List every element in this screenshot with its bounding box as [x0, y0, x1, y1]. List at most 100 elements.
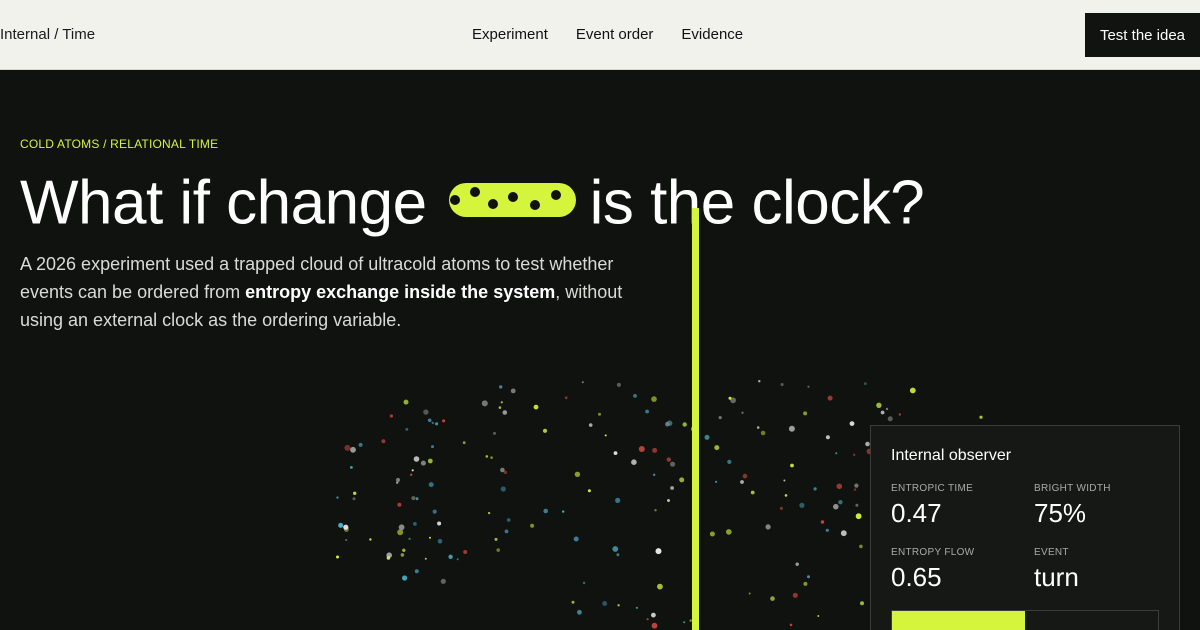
atom-particle	[448, 554, 453, 559]
atom-particle	[496, 548, 501, 552]
metric-label: ENTROPY FLOW	[891, 547, 975, 558]
atom-particle	[415, 497, 419, 501]
atom-particle	[494, 537, 498, 541]
metric-value: 0.47	[891, 498, 942, 528]
atom-particle	[405, 427, 409, 431]
hero-headline: What if change is the clock?	[20, 162, 925, 242]
atom-particle	[742, 473, 748, 479]
atom-particle	[657, 583, 663, 590]
atom-particle	[666, 457, 671, 462]
atom-particle	[853, 453, 856, 456]
atom-particle	[397, 502, 402, 507]
atom-particle	[817, 615, 820, 617]
atom-particle	[353, 491, 357, 495]
atom-particle	[654, 509, 657, 512]
inside-view-button[interactable]: Inside view	[892, 611, 1025, 630]
atom-particle	[574, 471, 581, 477]
atom-particle	[402, 575, 408, 581]
atom-particle	[423, 409, 429, 415]
atom-particle	[855, 503, 859, 507]
atom-particle	[803, 581, 808, 586]
atom-particle	[456, 558, 459, 561]
atom-particle	[398, 524, 405, 531]
lede-emphasis: entropy exchange inside the system	[245, 282, 556, 302]
atom-particle	[437, 538, 443, 544]
atom-particle	[679, 477, 685, 483]
atom-particle	[400, 553, 405, 557]
atom-particle	[792, 592, 798, 598]
lab-clock-button[interactable]: Lab clock	[1025, 611, 1158, 630]
atom-particle	[880, 410, 885, 415]
atom-particle	[613, 451, 618, 455]
atom-particle	[345, 538, 348, 542]
atom-particle	[799, 502, 805, 508]
atom-particle	[838, 500, 843, 505]
atom-particle	[825, 435, 830, 440]
internal-observer-panel: Internal observer ENTROPIC TIME 0.47 BRI…	[870, 425, 1180, 630]
atom-particle	[350, 466, 353, 469]
atom-particle	[633, 394, 637, 398]
headline-text-end: is the clock?	[589, 168, 925, 238]
atom-particle	[424, 557, 427, 560]
atom-particle	[758, 380, 761, 383]
atom-particle	[577, 609, 582, 615]
atom-particle	[885, 407, 889, 411]
atom-particle	[343, 524, 349, 530]
hero-description: A 2026 experiment used a trapped cloud o…	[20, 250, 670, 334]
time-cursor-line[interactable]	[692, 208, 699, 630]
atom-particle	[715, 480, 718, 483]
atom-particle	[487, 511, 491, 515]
atom-particle	[564, 396, 568, 400]
atom-particle	[411, 469, 414, 472]
atom-particle	[386, 552, 393, 558]
atom-particle	[790, 463, 794, 468]
atom-particle	[855, 513, 862, 520]
atom-particle	[655, 548, 662, 555]
metric-value: 0.65	[891, 562, 942, 592]
atom-particle	[783, 479, 786, 482]
atom-particle	[336, 555, 339, 559]
atom-particle	[765, 524, 771, 530]
atom-particle	[651, 612, 656, 618]
atom-particle	[616, 382, 621, 387]
atom-particle	[813, 487, 817, 491]
atom-particle	[462, 441, 466, 445]
atom-particle	[402, 548, 406, 552]
metric-value: 75%	[1034, 498, 1087, 528]
atom-particle	[442, 419, 446, 423]
atom-particle	[665, 421, 670, 427]
atom-particle	[543, 508, 548, 514]
atom-particle	[756, 426, 760, 429]
metric-event: EVENT turn	[1034, 547, 1079, 593]
atom-particle	[979, 415, 983, 419]
metric-entropic-time: ENTROPIC TIME 0.47	[891, 483, 973, 529]
atom-particle	[352, 497, 356, 501]
atom-particle	[493, 431, 496, 435]
atom-particle	[726, 529, 732, 535]
atom-particle	[427, 458, 433, 464]
atom-particle	[504, 529, 509, 534]
atom-particle	[350, 446, 356, 453]
atom-particle	[849, 421, 855, 426]
atom-particle	[836, 483, 843, 490]
panel-title: Internal observer	[891, 447, 1012, 464]
atom-particle	[788, 425, 795, 432]
headline-text-start: What if change	[20, 168, 427, 238]
atom-particle	[682, 422, 687, 427]
atom-particle	[631, 459, 637, 466]
atom-particle	[616, 553, 620, 557]
atom-particle	[825, 528, 829, 532]
atom-particle	[506, 518, 511, 522]
atom-particle	[827, 395, 833, 401]
atom-particle	[770, 596, 775, 601]
atom-particle	[428, 482, 434, 488]
atom-particle	[581, 381, 584, 384]
atom-particle	[381, 439, 386, 444]
metric-value: turn	[1034, 562, 1079, 592]
atom-particle	[411, 496, 416, 501]
atom-particle	[854, 483, 859, 488]
atom-particle	[414, 569, 419, 574]
atom-particle	[887, 416, 893, 422]
metric-label: EVENT	[1034, 547, 1069, 558]
atom-particle	[500, 401, 503, 404]
